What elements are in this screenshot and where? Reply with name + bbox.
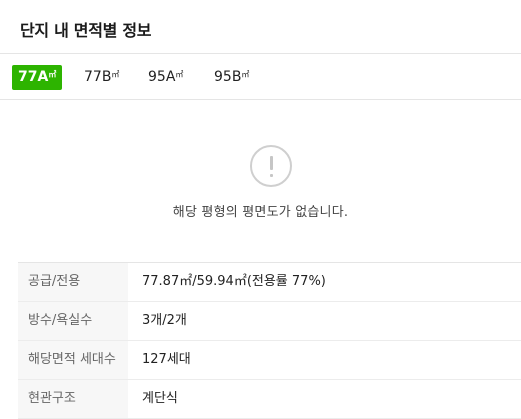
area-info-table: 공급/전용 77.87㎡/59.94㎡(전용률 77%) 방수/욕실수 3개/2… <box>18 262 521 419</box>
tab-unit: ㎡ <box>175 70 184 79</box>
tab-unit: ㎡ <box>111 70 120 79</box>
tab-label: 95A <box>148 69 176 85</box>
table-row: 방수/욕실수 3개/2개 <box>18 302 521 341</box>
tab-unit: ㎡ <box>241 70 250 79</box>
table-row: 공급/전용 77.87㎡/59.94㎡(전용률 77%) <box>18 263 521 302</box>
row-label: 현관구조 <box>18 380 128 418</box>
floorplan-empty-state: 해당 평형의 평면도가 없습니다. <box>0 100 521 262</box>
tab-label: 77B <box>84 69 112 85</box>
row-label: 공급/전용 <box>18 263 128 301</box>
exclamation-circle-icon <box>250 145 292 187</box>
section-header: 단지 내 면적별 정보 <box>0 0 521 54</box>
row-value: 3개/2개 <box>142 313 187 328</box>
tab-unit: ㎡ <box>48 70 57 79</box>
row-value: 77.87㎡/59.94㎡(전용률 77%) <box>142 274 326 289</box>
tab-95b[interactable]: 95B㎡ <box>214 65 249 90</box>
tab-label: 95B <box>214 69 242 85</box>
tab-77a[interactable]: 77A㎡ <box>12 65 63 90</box>
tab-label: 77A <box>18 69 49 85</box>
row-label: 방수/욕실수 <box>18 302 128 340</box>
row-label: 해당면적 세대수 <box>18 341 128 379</box>
area-tab-bar: 77A㎡ 77B㎡ 95A㎡ 95B㎡ <box>0 54 521 100</box>
row-value: 계단식 <box>142 391 178 406</box>
table-row: 현관구조 계단식 <box>18 380 521 419</box>
row-value: 127세대 <box>142 352 191 367</box>
section-title: 단지 내 면적별 정보 <box>20 21 152 40</box>
tab-95a[interactable]: 95A㎡ <box>148 65 183 90</box>
empty-message: 해당 평형의 평면도가 없습니다. <box>172 205 349 220</box>
table-row: 해당면적 세대수 127세대 <box>18 341 521 380</box>
tab-77b[interactable]: 77B㎡ <box>84 65 119 90</box>
